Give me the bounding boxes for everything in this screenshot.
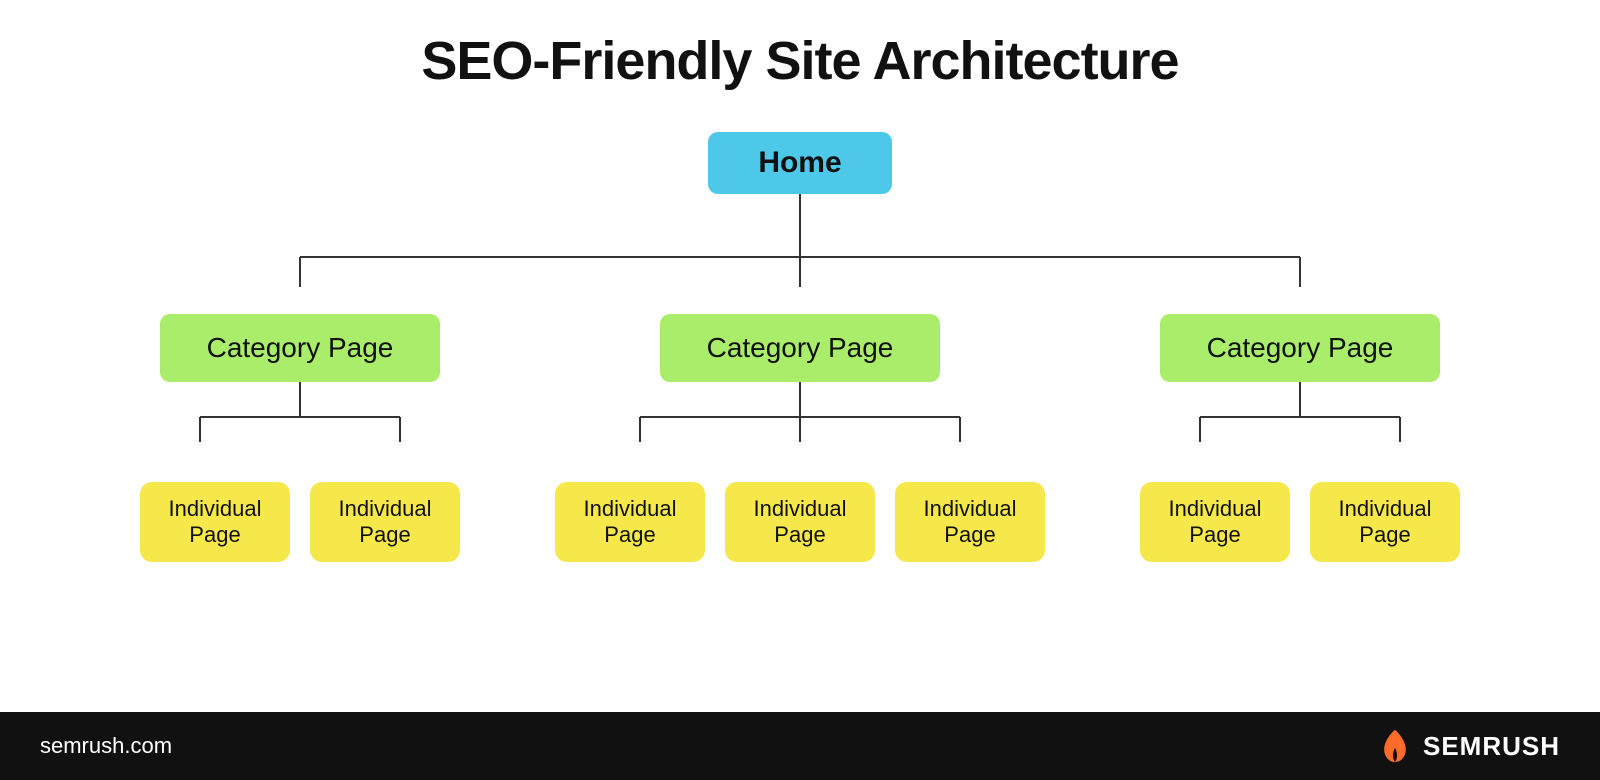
footer-url: semrush.com <box>40 733 172 759</box>
category-node-middle: Category Page <box>660 314 940 382</box>
column-left: Category Page IndividualPage IndividualP… <box>100 314 500 562</box>
home-row: Home <box>708 132 891 194</box>
individual-node: IndividualPage <box>725 482 875 562</box>
semrush-logo: SEMRUSH <box>1377 728 1560 764</box>
individuals-right: IndividualPage IndividualPage <box>1140 482 1460 562</box>
individuals-middle: IndividualPage IndividualPage Individual… <box>555 482 1045 562</box>
individual-node: IndividualPage <box>555 482 705 562</box>
individual-node: IndividualPage <box>140 482 290 562</box>
categories-row: Category Page IndividualPage IndividualP… <box>100 314 1500 562</box>
individual-node: IndividualPage <box>895 482 1045 562</box>
column-right: Category Page IndividualPage IndividualP… <box>1100 314 1500 562</box>
individual-node: IndividualPage <box>1140 482 1290 562</box>
footer: semrush.com SEMRUSH <box>0 712 1600 780</box>
semrush-icon <box>1377 728 1413 764</box>
diagram: Home Category Page IndividualPage Indivi… <box>60 132 1540 692</box>
column-middle: Category Page IndividualPage IndividualP… <box>540 314 1060 562</box>
home-node: Home <box>708 132 891 194</box>
main-content: SEO-Friendly Site Architecture <box>0 0 1600 712</box>
semrush-brand-text: SEMRUSH <box>1423 731 1560 762</box>
individual-node: IndividualPage <box>1310 482 1460 562</box>
category-node-left: Category Page <box>160 314 440 382</box>
page-title: SEO-Friendly Site Architecture <box>421 30 1178 92</box>
individuals-left: IndividualPage IndividualPage <box>140 482 460 562</box>
category-node-right: Category Page <box>1160 314 1440 382</box>
individual-node: IndividualPage <box>310 482 460 562</box>
